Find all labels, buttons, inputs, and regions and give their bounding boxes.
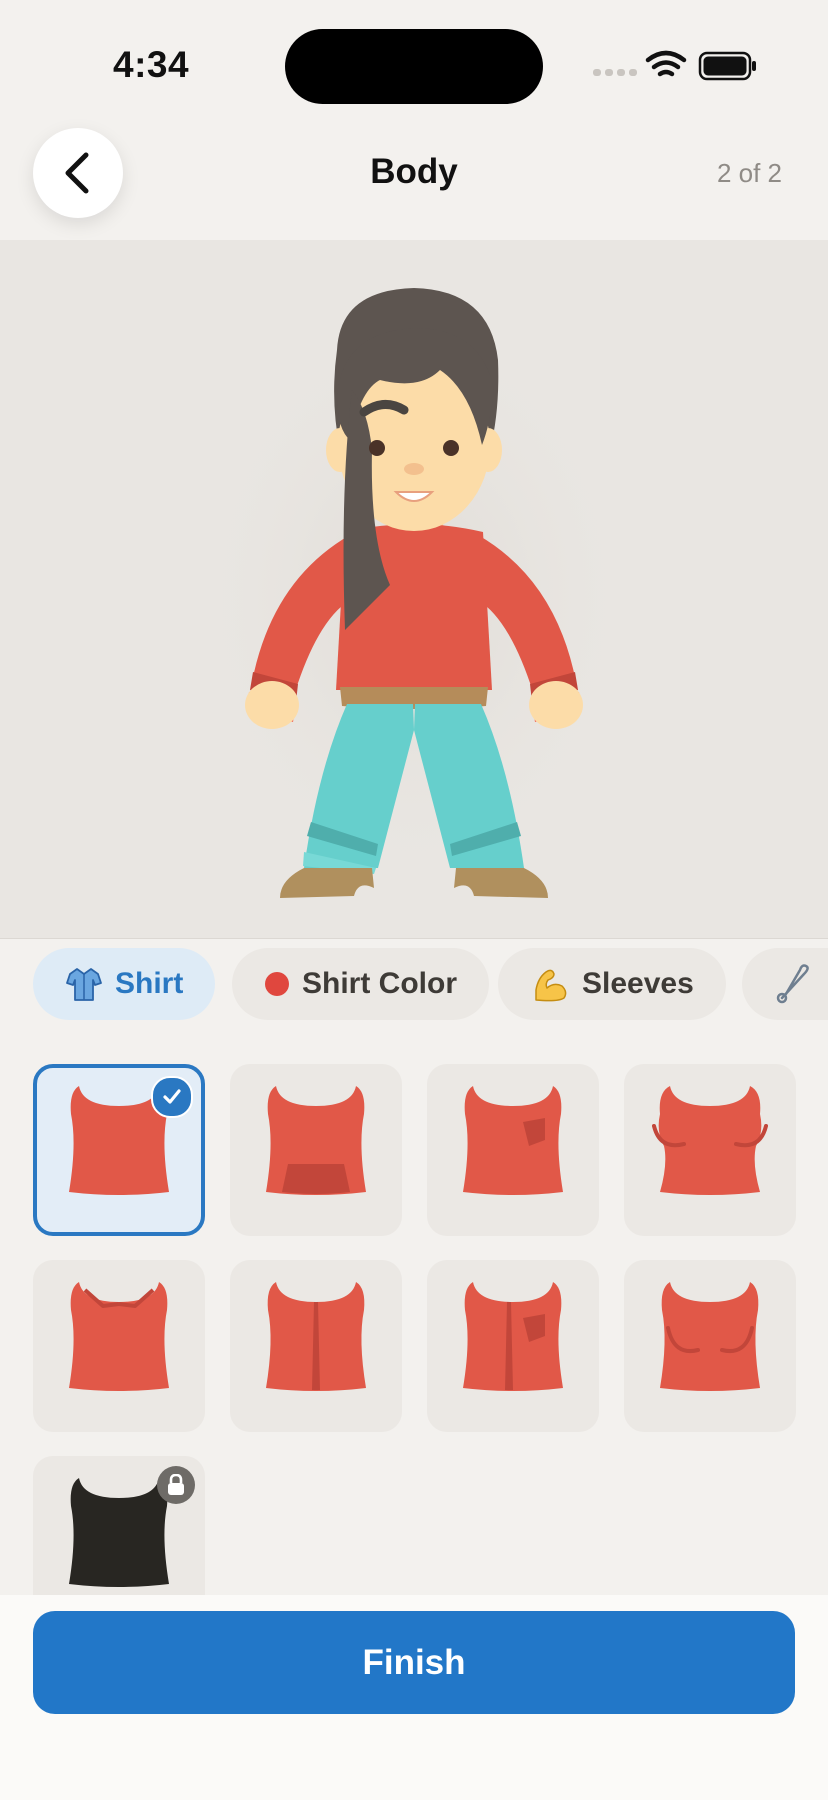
shirt-option-fitted[interactable]	[624, 1064, 796, 1236]
status-icons	[593, 50, 756, 81]
flexed-biceps-icon	[530, 964, 570, 1004]
shirt-preview	[652, 1086, 768, 1195]
shirt-preview	[463, 1086, 563, 1195]
shirt-options-grid	[0, 1038, 828, 1595]
tab-label: Shirt	[115, 967, 184, 1000]
tab-accessories[interactable]	[742, 948, 828, 1020]
shirt-option-pocket[interactable]	[427, 1064, 599, 1236]
step-indicator: 2 of 2	[716, 158, 782, 188]
battery-icon	[698, 51, 756, 81]
shirt-preview	[463, 1282, 563, 1391]
shirt-option-plain[interactable]	[33, 1064, 205, 1236]
lock-icon	[157, 1466, 195, 1504]
shirt-option-collared[interactable]	[33, 1260, 205, 1432]
tab-label: Sleeves	[582, 967, 694, 1000]
page-title: Body	[370, 152, 458, 191]
shirt-preview	[266, 1282, 366, 1391]
shirt-option-fitted-curves[interactable]	[624, 1260, 796, 1432]
category-tabs: Shirt Shirt Color Sleeves	[0, 938, 828, 1038]
safety-pin-icon	[774, 964, 814, 1004]
status-time: 4:34	[113, 44, 190, 85]
dynamic-island	[285, 29, 543, 104]
shirt-option-plain-black[interactable]	[33, 1456, 205, 1595]
shirt-preview	[69, 1282, 169, 1391]
finish-button[interactable]: Finish	[33, 1611, 795, 1714]
avatar-preview	[0, 240, 828, 939]
shirt-option-zip-front[interactable]	[230, 1260, 402, 1432]
red-dot-icon	[264, 971, 290, 997]
tab-label: Shirt Color	[302, 967, 457, 1000]
shirt-preview	[660, 1282, 760, 1391]
avatar-figure	[184, 288, 644, 900]
shirt-option-tie-front[interactable]	[230, 1064, 402, 1236]
selected-check-icon	[151, 1076, 193, 1118]
bottom-bar: Finish	[0, 1595, 828, 1800]
status-bar: 4:34	[0, 0, 828, 120]
tab-shirt-color[interactable]: Shirt Color	[232, 948, 489, 1020]
shirt-icon	[65, 965, 103, 1003]
header: Body 2 of 2	[0, 120, 828, 240]
shirt-option-zip-pocket[interactable]	[427, 1260, 599, 1432]
cellular-signal-icon	[593, 69, 637, 76]
tab-shirt[interactable]: Shirt	[33, 948, 216, 1020]
tab-sleeves[interactable]: Sleeves	[498, 948, 726, 1020]
shirt-preview	[266, 1086, 366, 1195]
wifi-icon	[645, 50, 687, 77]
